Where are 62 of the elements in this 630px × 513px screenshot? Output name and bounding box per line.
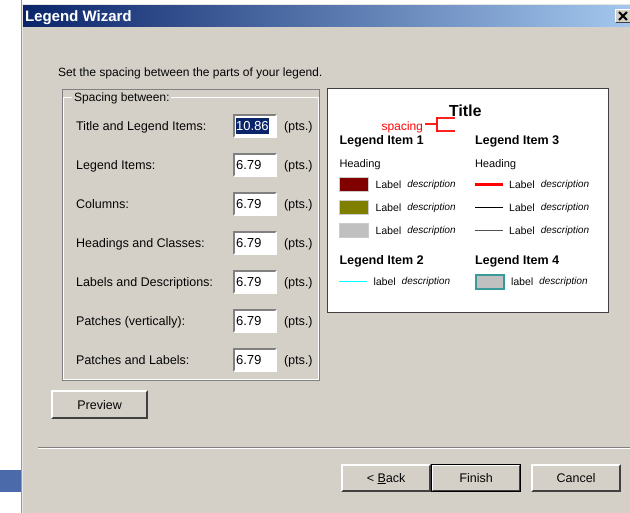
selection-highlight (0, 470, 21, 492)
legend-item-heading: Legend Item 2 (339, 253, 425, 267)
field-label: Patches (vertically): (76, 314, 186, 328)
entry-label: label (373, 276, 396, 288)
spacing-input[interactable]: 6.79 (233, 230, 277, 254)
entry-description: description (540, 179, 590, 190)
entry-description: description (407, 225, 456, 236)
spacing-label: spacing (381, 119, 423, 133)
legend-item-heading: Legend Item 4 (474, 253, 560, 267)
close-icon (618, 11, 628, 21)
wizard-button[interactable]: < Back (341, 464, 431, 492)
entry-label: Label (508, 224, 535, 236)
preview-button[interactable]: Preview (51, 390, 148, 419)
spacing-input[interactable]: 6.79 (233, 308, 277, 332)
wizard-button[interactable]: Finish (431, 464, 521, 492)
legend-subheading: Heading (339, 158, 382, 170)
input-value: 6.79 (236, 156, 262, 172)
entry-label: Label (508, 202, 535, 214)
entry-description: description (407, 202, 456, 213)
unit-label: (pts.) (284, 236, 312, 250)
unit-label: (pts.) (284, 118, 312, 132)
spacing-input[interactable]: 6.79 (233, 192, 277, 216)
spacing-input[interactable]: 10.86 (233, 114, 277, 138)
unit-label: (pts.) (284, 314, 312, 328)
legend-title: Title (448, 103, 482, 121)
window-title: Legend Wizard (25, 8, 132, 24)
unit-label: (pts.) (284, 196, 312, 210)
input-value: 10.86 (236, 118, 269, 134)
close-button[interactable] (615, 9, 630, 23)
field-label: Columns: (76, 196, 130, 210)
group-label: Spacing between: (73, 90, 170, 104)
input-value: 6.79 (236, 352, 262, 368)
spacing-input[interactable]: 6.79 (233, 348, 277, 372)
input-value: 6.79 (236, 196, 262, 212)
spacing-input[interactable]: 6.79 (233, 270, 277, 294)
legend-item-heading: Legend Item 3 (474, 133, 560, 147)
entry-description: description (539, 276, 588, 287)
entry-description: description (407, 179, 456, 190)
unit-label: (pts.) (284, 274, 312, 288)
entry-description: description (402, 276, 450, 287)
wizard-button[interactable]: Cancel (531, 464, 621, 492)
field-label: Labels and Descriptions: (76, 274, 214, 288)
entry-label: Label (375, 224, 402, 236)
input-value: 6.79 (236, 274, 262, 290)
field-label: Title and Legend Items: (76, 118, 208, 132)
spacing-input[interactable]: 6.79 (233, 152, 277, 176)
entry-label: Label (375, 202, 402, 214)
legend-subheading: Heading (474, 158, 517, 170)
input-value: 6.79 (236, 312, 262, 328)
field-label: Patches and Labels: (76, 352, 190, 366)
unit-label: (pts.) (284, 352, 312, 366)
unit-label: (pts.) (284, 158, 312, 172)
legend-item-heading: Legend Item 1 (339, 133, 425, 147)
entry-label: Label (375, 178, 402, 190)
instruction-text: Set the spacing between the parts of your legend. (58, 65, 324, 79)
entry-label: label (510, 276, 534, 288)
entry-description: description (540, 225, 590, 236)
field-label: Headings and Classes: (76, 236, 206, 250)
input-value: 6.79 (236, 234, 262, 250)
entry-label: Label (508, 178, 535, 190)
entry-description: description (540, 202, 590, 213)
field-label: Legend Items: (76, 158, 156, 172)
